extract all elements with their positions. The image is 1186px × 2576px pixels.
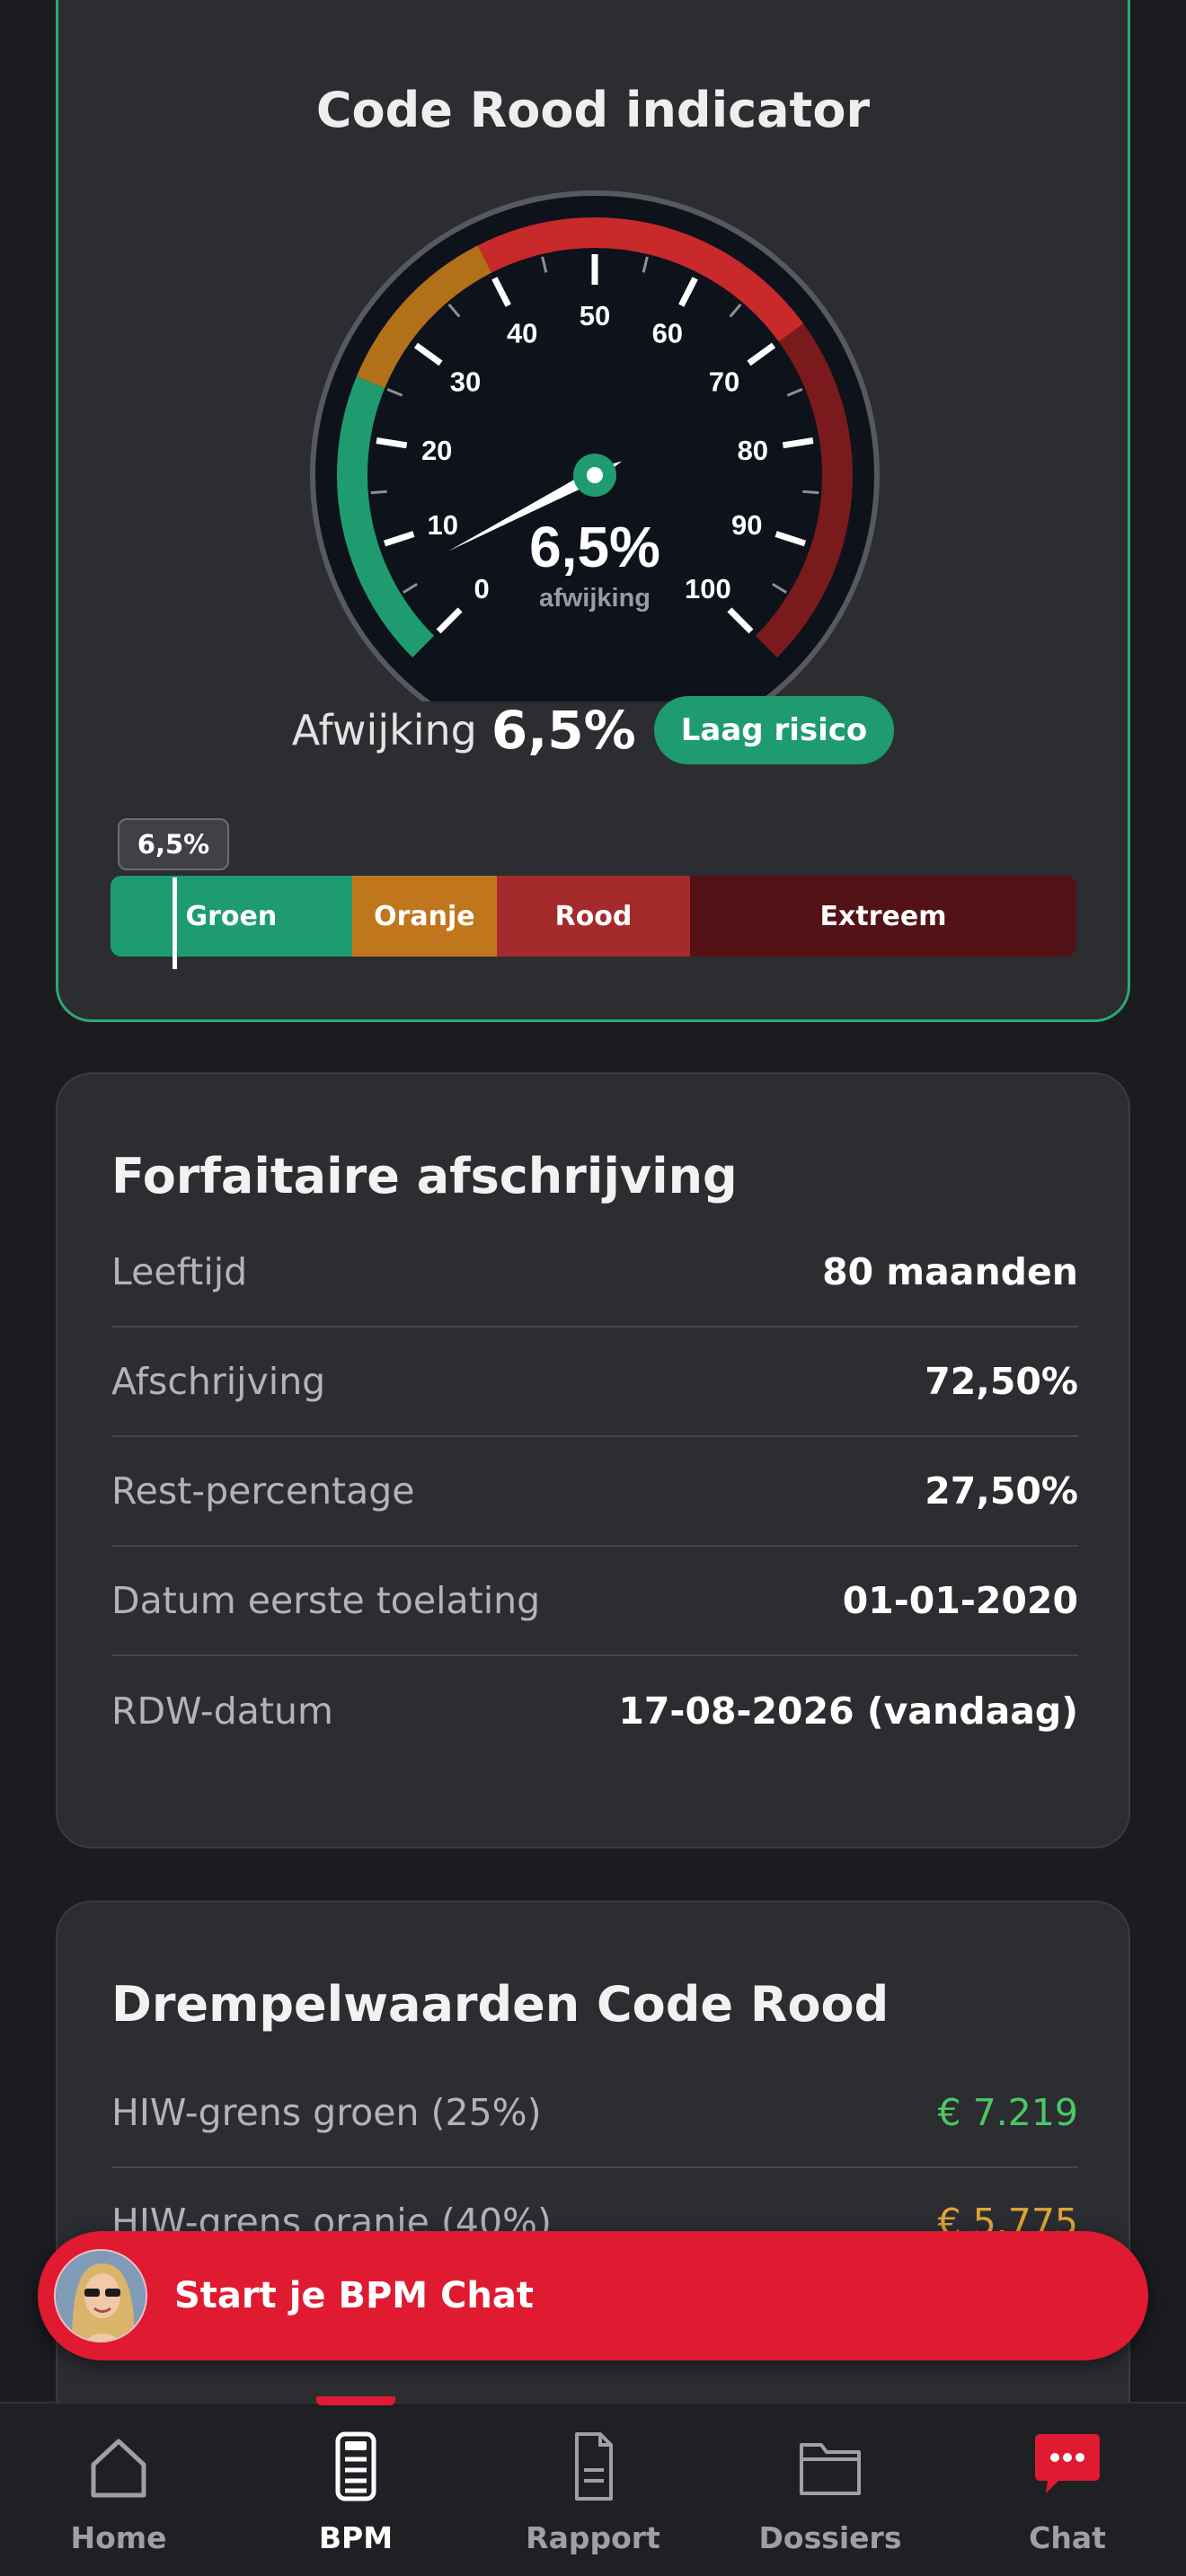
calculator-icon	[335, 2431, 376, 2501]
nav-rapport[interactable]: Rapport	[474, 2404, 712, 2576]
gauge-hub-center	[587, 467, 603, 483]
assistant-avatar	[54, 2249, 147, 2342]
row-afschrijving: Afschrijving 72,50%	[111, 1328, 1078, 1437]
drempelwaarden-title: Drempelwaarden Code Rood	[111, 1976, 890, 2033]
gauge-tick-label: 80	[738, 435, 768, 466]
risk-badge: Laag risico	[653, 696, 895, 764]
row-value: 80 maanden	[822, 1250, 1078, 1293]
nav-label: Home	[70, 2520, 167, 2555]
row-value: 17-08-2026 (vandaag)	[618, 1689, 1078, 1733]
speedometer-gauge: 0 10 20 30 40 50 60 70 80 90 100 6,5% afwijking	[310, 190, 880, 701]
nav-home[interactable]: Home	[0, 2404, 237, 2576]
gauge-tick-label: 100	[685, 573, 731, 604]
scale-segment-extreem: Extreem	[690, 876, 1076, 957]
row-value: 01-01-2020	[842, 1579, 1078, 1622]
document-icon	[575, 2432, 613, 2501]
row-value: € 7.219	[937, 2091, 1079, 2134]
scale-segment-oranje: Oranje	[351, 876, 497, 957]
folder-icon	[800, 2443, 861, 2495]
deviation-summary: Afwijking 6,5% Laag risico	[58, 696, 1128, 764]
nav-label: Chat	[1029, 2520, 1106, 2555]
row-rdw-datum: RDW-datum 17-08-2026 (vandaag)	[111, 1656, 1078, 1766]
gauge-minor-tick	[802, 490, 819, 495]
scale-segment-rood: Rood	[497, 876, 690, 957]
row-rest-percentage: Rest-percentage 27,50%	[111, 1437, 1078, 1547]
gauge-center-value: 6,5%	[529, 515, 660, 579]
row-leeftijd: Leeftijd 80 maanden	[111, 1218, 1078, 1328]
row-datum-eerste-toelating: Datum eerste toelating 01-01-2020	[111, 1547, 1078, 1656]
row-label: Leeftijd	[111, 1250, 248, 1293]
deviation-label: Afwijking	[291, 706, 477, 754]
row-label: HIW-grens groen (25%)	[111, 2091, 542, 2134]
scale-segment-groen: Groen	[111, 876, 352, 957]
chat-icon	[1035, 2434, 1100, 2493]
nav-label: BPM	[318, 2520, 394, 2555]
gauge-tick-label: 70	[709, 366, 739, 397]
gauge-minor-tick	[370, 490, 387, 495]
row-hiw-groen: HIW-grens groen (25%) € 7.219	[111, 2059, 1078, 2168]
active-tab-indicator	[316, 2396, 395, 2405]
scale-position-marker	[173, 878, 177, 969]
row-label: Rest-percentage	[111, 1469, 415, 1513]
nav-dossiers[interactable]: Dossiers	[712, 2404, 949, 2576]
nav-bpm[interactable]: BPM	[237, 2396, 474, 2576]
nav-label: Rapport	[526, 2520, 660, 2555]
code-rood-card: 0 10 20 30 40 50 60 70 80 90 100 6,5% afwijking Co…	[56, 0, 1130, 1022]
deviation-value: 6,5%	[491, 700, 636, 761]
gauge-tick-label: 10	[427, 509, 457, 541]
gauge-tick-label: 60	[652, 317, 683, 348]
scale-value-tag: 6,5%	[118, 818, 229, 870]
afschrijving-title: Forfaitaire afschrijving	[111, 1148, 738, 1204]
gauge-tick-label: 30	[450, 366, 481, 397]
gauge-tick-label: 40	[507, 317, 537, 348]
nav-label: Dossiers	[758, 2520, 902, 2555]
gauge-center-caption: afwijking	[539, 584, 651, 613]
chat-button-label: Start je BPM Chat	[174, 2275, 534, 2316]
start-chat-button[interactable]: Start je BPM Chat	[38, 2231, 1148, 2360]
row-value: 27,50%	[925, 1469, 1078, 1513]
row-label: Afschrijving	[111, 1360, 326, 1403]
bottom-navigation: Home BPM Rapport Dossiers Chat	[0, 2396, 1186, 2576]
gauge-tick-label: 0	[474, 573, 490, 604]
gauge-title: Code Rood indicator	[315, 82, 871, 138]
gauge-tick-label: 50	[580, 300, 610, 331]
afschrijving-card: Forfaitaire afschrijving Leeftijd 80 maa…	[56, 1072, 1130, 1848]
gauge-tick-label: 90	[731, 509, 762, 541]
row-value: 72,50%	[925, 1360, 1078, 1403]
row-label: RDW-datum	[111, 1689, 333, 1733]
risk-scale-bar: Groen Oranje Rood Extreem	[111, 876, 1076, 957]
gauge-tick-label: 20	[421, 435, 452, 466]
home-icon	[91, 2439, 146, 2498]
nav-chat[interactable]: Chat	[949, 2404, 1186, 2576]
row-label: Datum eerste toelating	[111, 1579, 541, 1622]
